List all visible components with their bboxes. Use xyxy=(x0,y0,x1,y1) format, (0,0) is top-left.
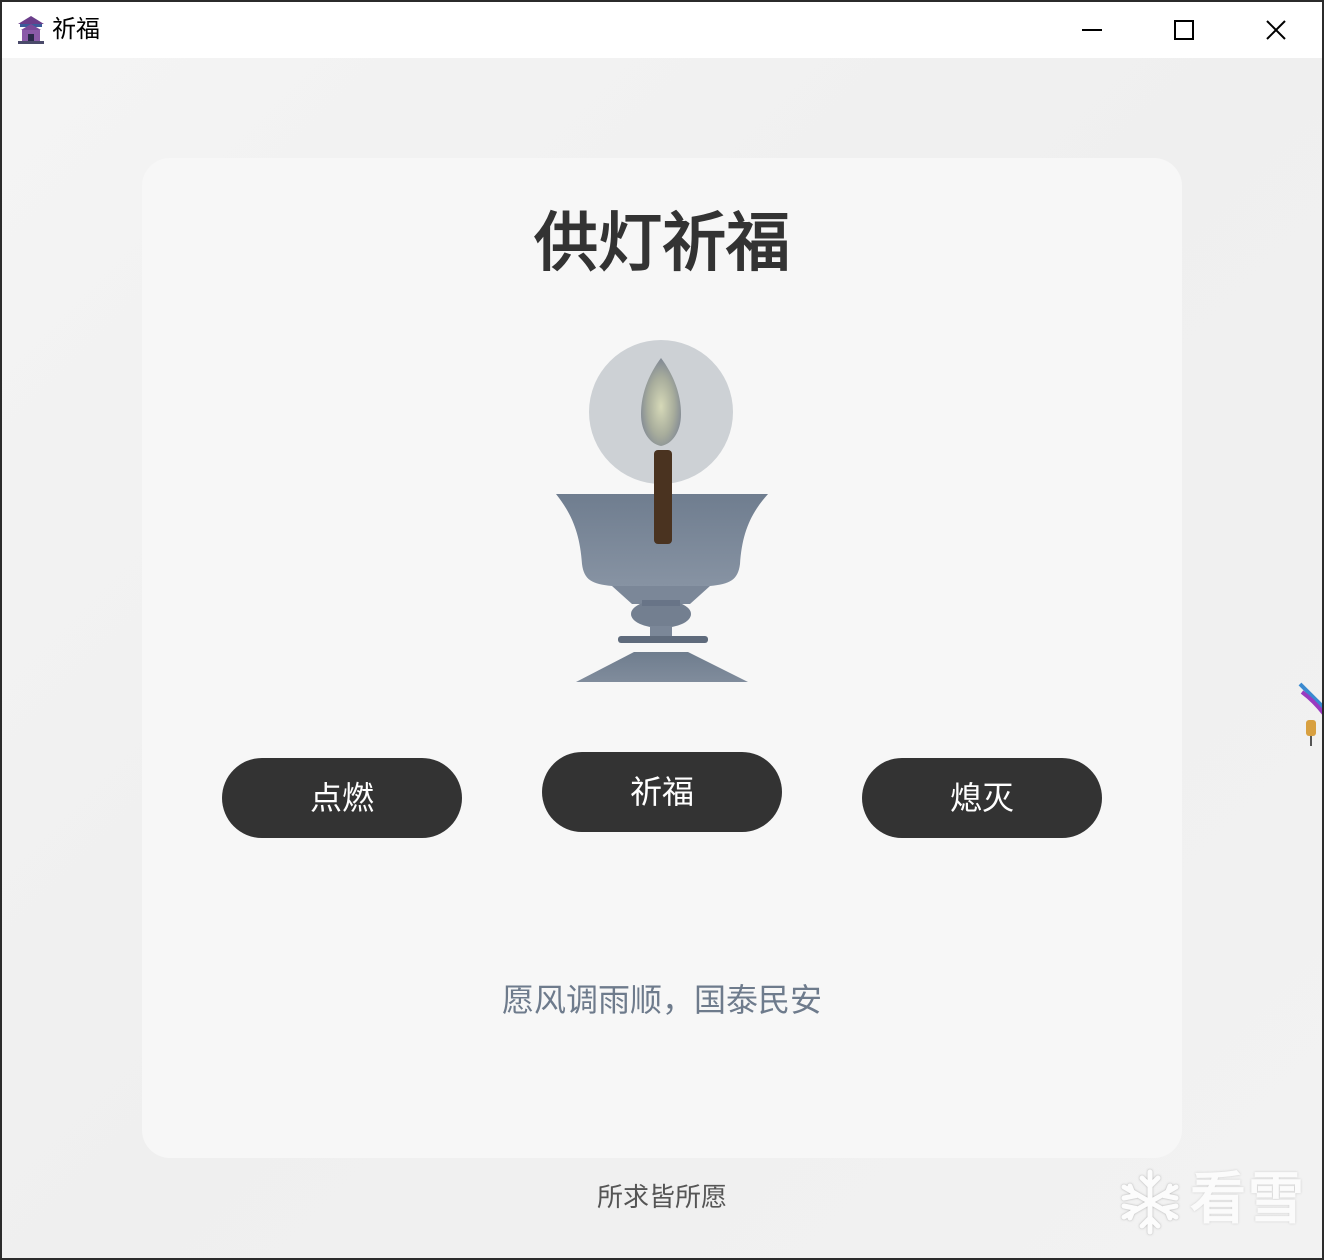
minimize-button[interactable] xyxy=(1046,2,1138,58)
close-icon xyxy=(1266,20,1286,40)
oil-lamp-icon xyxy=(556,340,768,682)
maximize-button[interactable] xyxy=(1138,2,1230,58)
lantern-decoration-icon xyxy=(1298,682,1322,746)
watermark-text: 看雪 xyxy=(1190,1167,1306,1232)
title-bar[interactable]: 祈福 xyxy=(2,2,1322,58)
candle-shape xyxy=(654,450,672,544)
app-window: 祈福 供灯祈福 点燃 祈福 熄灭 愿风调雨顺，国泰民安 所求皆所愿 看雪 xyxy=(2,2,1322,1258)
wish-text: 愿风调雨顺，国泰民安 xyxy=(501,981,822,1019)
maximize-icon xyxy=(1174,20,1194,40)
window-title: 祈福 xyxy=(52,15,100,43)
light-lamp-button[interactable]: 点燃 xyxy=(222,758,462,838)
page-title: 供灯祈福 xyxy=(534,207,790,281)
prayer-card: 供灯祈福 点燃 祈福 熄灭 愿风调雨顺，国泰民安 xyxy=(142,158,1182,1158)
pray-button[interactable]: 祈福 xyxy=(542,752,782,832)
minimize-icon xyxy=(1082,29,1102,31)
extinguish-lamp-button[interactable]: 熄灭 xyxy=(862,758,1102,838)
snowflake-icon xyxy=(1121,1169,1179,1235)
watermark: 看雪 xyxy=(1114,1164,1310,1240)
temple-icon xyxy=(18,16,44,44)
close-button[interactable] xyxy=(1230,2,1322,58)
